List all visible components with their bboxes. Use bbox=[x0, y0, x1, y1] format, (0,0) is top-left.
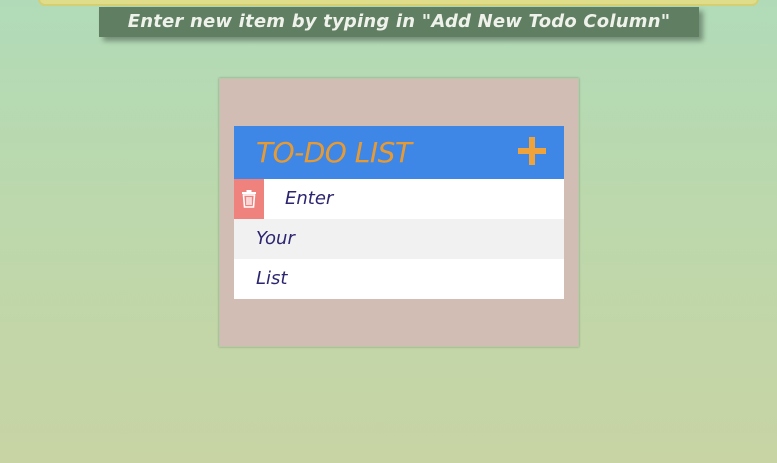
trash-icon bbox=[242, 190, 256, 208]
plus-icon[interactable] bbox=[518, 137, 546, 165]
todo-list: TO-DO LIST Enter Your List bbox=[234, 126, 564, 299]
instruction-banner: Enter new item by typing in "Add New Tod… bbox=[99, 7, 699, 37]
list-item-text: List bbox=[256, 268, 288, 289]
delete-button[interactable] bbox=[234, 179, 264, 219]
todo-title: TO-DO LIST bbox=[256, 136, 412, 169]
list-item-text: Enter bbox=[285, 188, 334, 209]
todo-card: TO-DO LIST Enter Your List bbox=[219, 78, 579, 347]
list-item[interactable]: Your bbox=[234, 219, 564, 259]
instruction-text: Enter new item by typing in "Add New Tod… bbox=[127, 11, 671, 32]
list-item-text: Your bbox=[256, 228, 295, 249]
top-notice-bar bbox=[38, 0, 759, 6]
list-item[interactable]: Enter bbox=[234, 179, 564, 219]
todo-header: TO-DO LIST bbox=[234, 126, 564, 179]
list-item[interactable]: List bbox=[234, 259, 564, 299]
